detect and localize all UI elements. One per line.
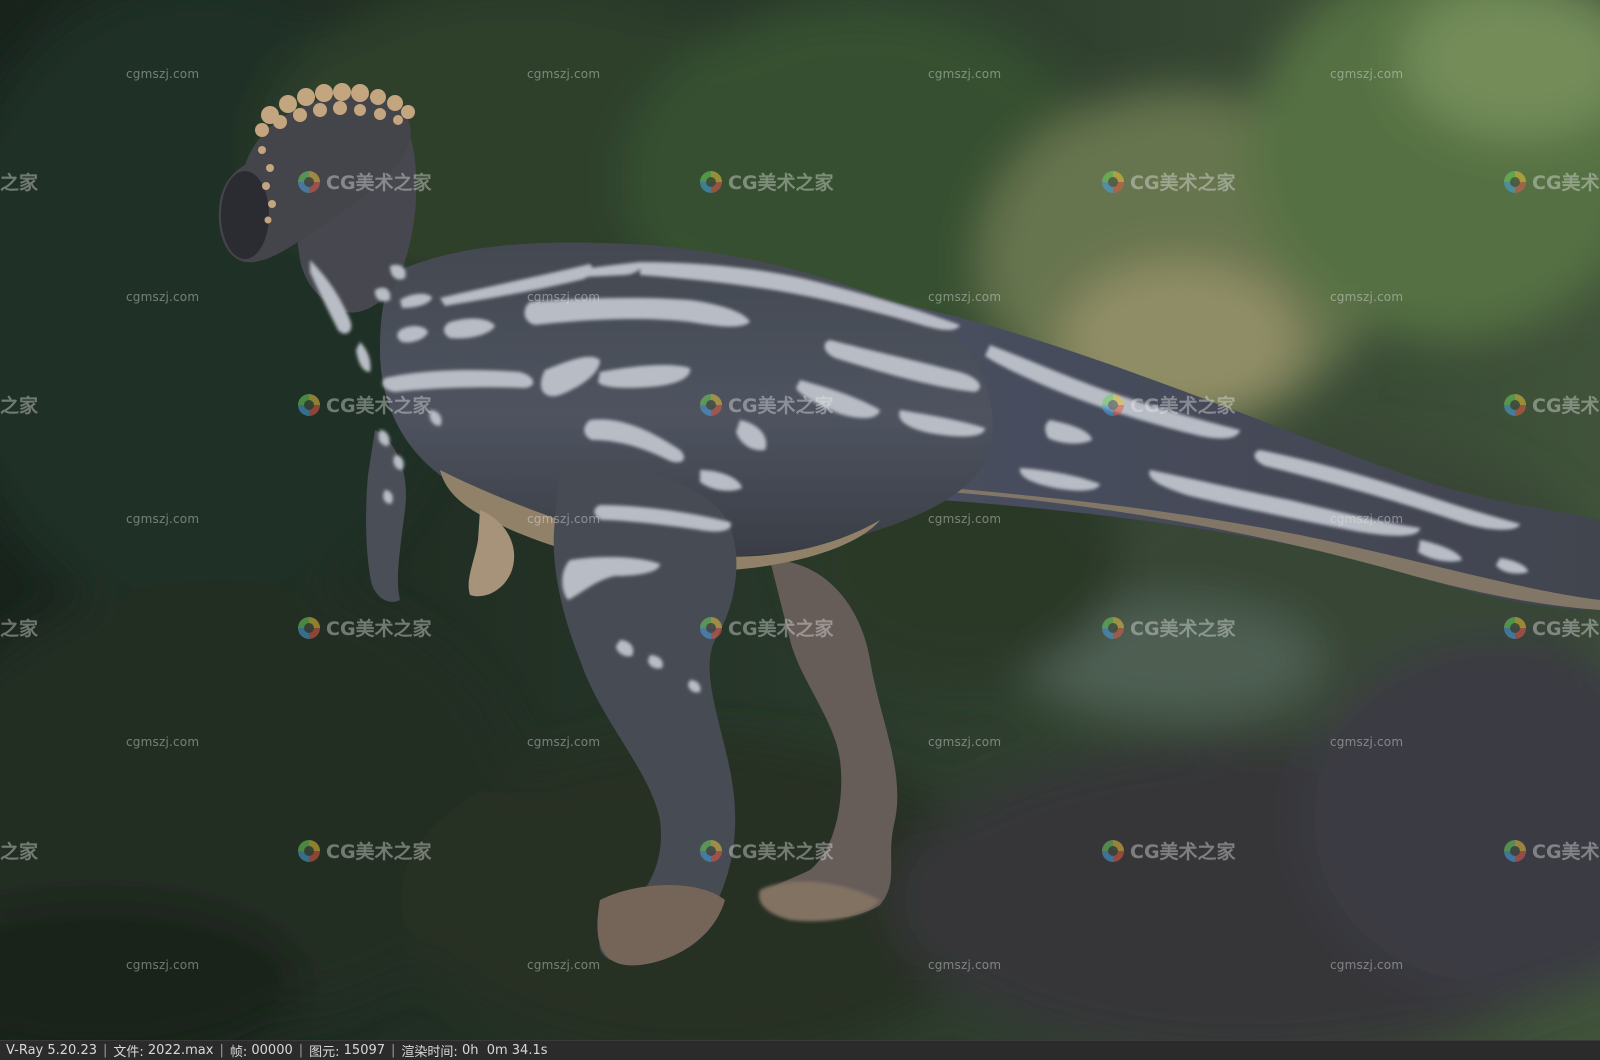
watermark-text: cgmszj.com <box>1330 512 1404 526</box>
watermark-text: cgmszj.com <box>928 735 1002 749</box>
watermark-logo: CG美术之家 <box>1102 391 1236 418</box>
render-viewport: cgmszj.com cgmszj.com cgmszj.com cgmszj.… <box>0 0 1600 1040</box>
watermark-logo-label: CG美术之家 <box>728 841 834 863</box>
watermark-text: cgmszj.com <box>1330 290 1404 304</box>
watermark-logo-label: CG美术 <box>1532 172 1600 194</box>
watermark-text: cgmszj.com <box>527 735 601 749</box>
separator: | <box>298 1043 304 1058</box>
logo-icon <box>1102 616 1124 639</box>
watermark-logo: 之家 <box>0 168 38 195</box>
logo-icon <box>1504 393 1526 416</box>
logo-icon <box>298 616 320 639</box>
file-value: 2022.max <box>147 1043 214 1058</box>
logo-icon <box>298 839 320 862</box>
watermark-text: cgmszj.com <box>1330 735 1404 749</box>
logo-icon <box>700 170 722 193</box>
separator: | <box>391 1043 396 1058</box>
watermark-logo-label: CG美术 <box>1532 841 1600 863</box>
watermark-logo: CG美术之家 <box>1102 614 1236 641</box>
watermark-logo: CG美术 <box>1504 837 1600 864</box>
render-time-value: 0h 0m 34.1s <box>461 1043 548 1058</box>
watermark-logo: CG美术之家 <box>700 837 834 864</box>
watermark-text: cgmszj.com <box>928 67 1002 81</box>
watermark-logo-label: 之家 <box>0 841 39 863</box>
watermark-text: cgmszj.com <box>527 512 601 526</box>
watermark-logo-label: CG美术 <box>1532 618 1600 640</box>
watermark-logo-label: 之家 <box>0 618 39 640</box>
watermark-text: cgmszj.com <box>1330 958 1404 972</box>
watermark-logo-label: CG美术之家 <box>728 395 834 417</box>
watermark-logo-label: CG美术之家 <box>1130 395 1236 417</box>
watermark-logo-label: 之家 <box>0 172 39 194</box>
watermark-logo: CG美术之家 <box>1102 837 1236 864</box>
watermark-logo-label: CG美术之家 <box>1130 841 1236 863</box>
primitives-label: 图元: <box>309 1045 340 1060</box>
separator: | <box>219 1043 224 1058</box>
logo-icon <box>1504 170 1526 193</box>
frame-value: 00000 <box>251 1043 293 1058</box>
watermark-logo: CG美术 <box>1504 168 1600 195</box>
watermark-text: cgmszj.com <box>1330 67 1404 81</box>
logo-icon <box>1102 393 1124 416</box>
frame-label: 帧: <box>229 1045 248 1060</box>
logo-icon <box>700 616 722 639</box>
watermark-text: cgmszj.com <box>527 290 601 304</box>
logo-icon <box>1504 839 1526 862</box>
watermark-text: cgmszj.com <box>126 958 200 972</box>
watermark-logo: CG美术之家 <box>298 168 432 195</box>
watermark-logo: CG美术之家 <box>1102 168 1236 195</box>
watermark-logo-label: CG美术之家 <box>728 618 834 640</box>
logo-icon <box>1102 170 1124 193</box>
watermark-logo: CG美术之家 <box>298 837 432 864</box>
watermark-logo-label: CG美术之家 <box>728 172 834 194</box>
logo-icon <box>700 393 722 416</box>
watermark-logo-label: 之家 <box>0 395 39 417</box>
logo-icon <box>700 839 722 862</box>
logo-icon <box>298 170 320 193</box>
watermark-logo: CG美术 <box>1504 614 1600 641</box>
renderer-version: V-Ray 5.20.23 <box>6 1043 97 1058</box>
watermark-text: cgmszj.com <box>928 958 1002 972</box>
logo-icon <box>1504 616 1526 639</box>
watermark-logo: CG美术之家 <box>700 391 834 418</box>
watermark-logo: CG美术 <box>1504 391 1600 418</box>
watermark-text: cgmszj.com <box>126 735 200 749</box>
watermark-logo: CG美术之家 <box>700 168 834 195</box>
watermark-text: cgmszj.com <box>527 958 601 972</box>
watermark-logo-label: CG美术 <box>1532 395 1600 417</box>
watermark-text: cgmszj.com <box>928 512 1002 526</box>
watermark-text: cgmszj.com <box>126 512 200 526</box>
watermark-logo: CG美术之家 <box>700 614 834 641</box>
watermark-logo-label: CG美术之家 <box>1130 172 1236 194</box>
watermark-logo: 之家 <box>0 614 38 641</box>
file-label: 文件: <box>113 1045 144 1060</box>
watermark-text: cgmszj.com <box>928 290 1002 304</box>
watermark-logo-label: CG美术之家 <box>326 395 432 417</box>
separator: | <box>102 1043 108 1058</box>
watermark-logo: CG美术之家 <box>298 614 432 641</box>
watermark-logo-label: CG美术之家 <box>326 841 432 863</box>
render-time-label: 渲染时间: <box>401 1045 458 1060</box>
watermark-logo: 之家 <box>0 391 38 418</box>
watermark-logo: 之家 <box>0 837 38 864</box>
watermark-text: cgmszj.com <box>126 290 200 304</box>
watermark-logo-label: CG美术之家 <box>326 172 432 194</box>
logo-icon <box>298 393 320 416</box>
primitives-value: 15097 <box>343 1043 386 1058</box>
watermark-logo-label: CG美术之家 <box>1130 618 1236 640</box>
render-status-bar: V-Ray 5.20.23 | 文件: 2022.max | 帧: 00000 … <box>0 1040 1600 1060</box>
logo-icon <box>1102 839 1124 862</box>
watermark-text: cgmszj.com <box>126 67 200 81</box>
watermark-logo-label: CG美术之家 <box>326 618 432 640</box>
watermark-text: cgmszj.com <box>527 67 601 81</box>
watermark-logo: CG美术之家 <box>298 391 432 418</box>
